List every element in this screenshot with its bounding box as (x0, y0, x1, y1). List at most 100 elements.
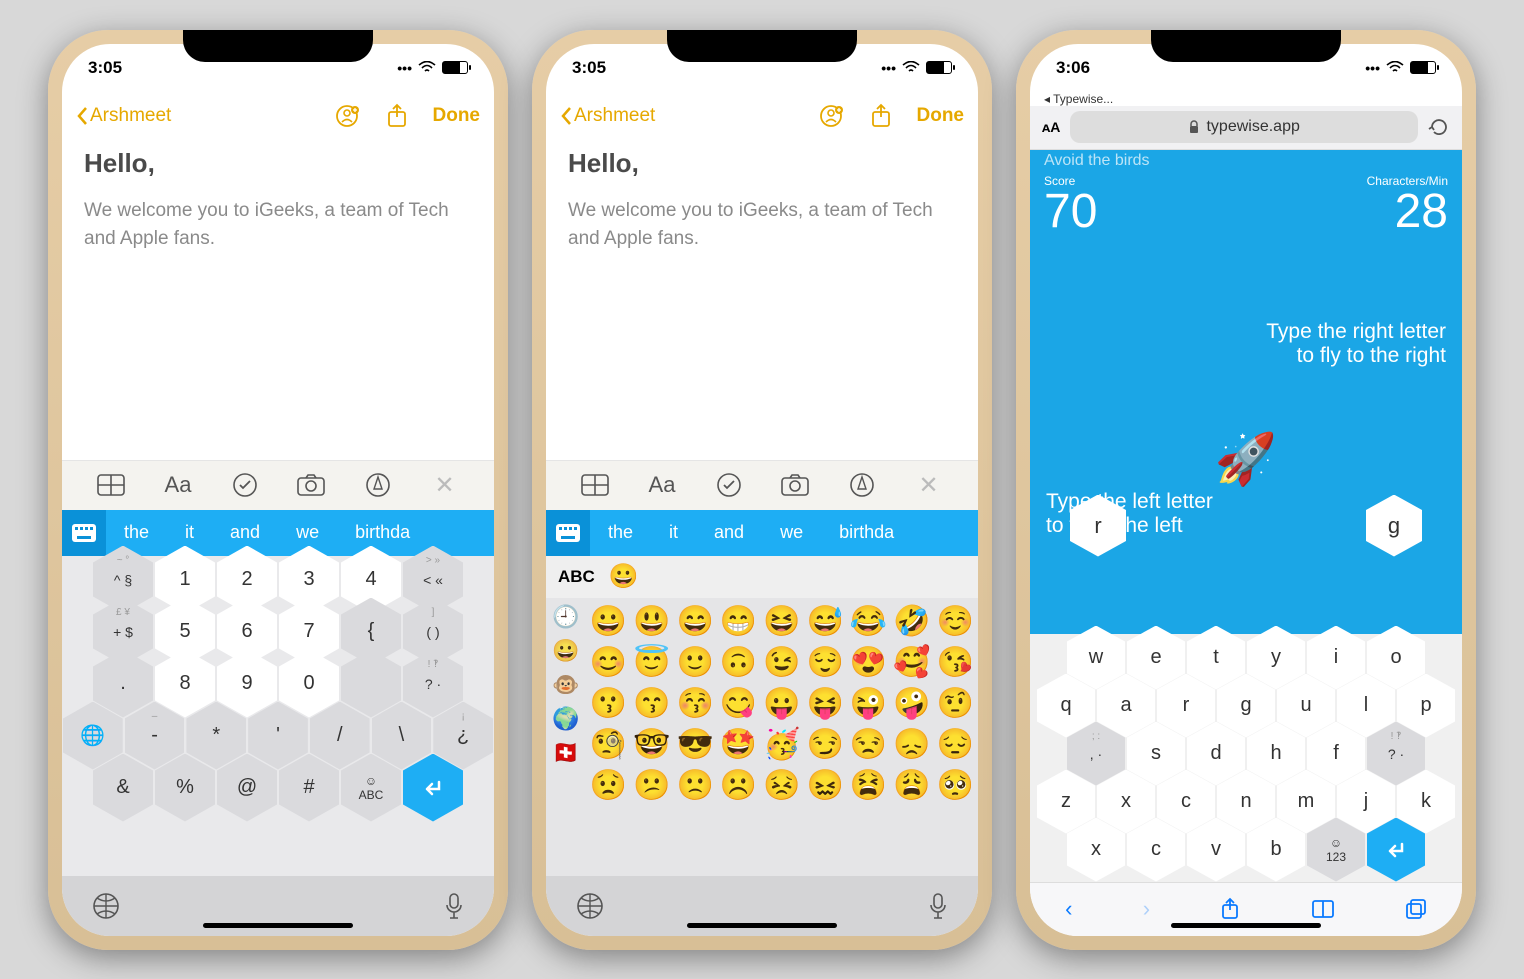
emoji[interactable]: 😟 (590, 768, 627, 803)
emoji[interactable]: 🤓 (633, 727, 670, 762)
suggestion[interactable]: birthda (821, 522, 912, 543)
emoji[interactable]: 😍 (850, 645, 887, 680)
format-icon[interactable]: Aa (163, 470, 193, 500)
home-indicator[interactable] (203, 923, 353, 928)
suggestion[interactable]: and (212, 522, 278, 543)
emoji-cat-smileys[interactable]: 😀 (552, 638, 579, 664)
emoji[interactable]: 🙁 (676, 768, 713, 803)
suggestion[interactable]: the (590, 522, 651, 543)
emoji[interactable]: 🤣 (893, 604, 930, 639)
emoji[interactable]: 😫 (850, 768, 887, 803)
table-icon[interactable] (96, 470, 126, 500)
add-person-icon[interactable] (817, 102, 845, 130)
emoji[interactable]: 😗 (590, 686, 627, 721)
emoji[interactable]: 😌 (807, 645, 844, 680)
emoji[interactable]: 😖 (807, 768, 844, 803)
emoji[interactable]: 🧐 (590, 727, 627, 762)
abc-button[interactable]: ABC (558, 567, 595, 587)
emoji[interactable]: 😇 (633, 645, 670, 680)
note-content[interactable]: Hello, We welcome you to iGeeks, a team … (62, 140, 494, 460)
home-indicator[interactable] (1171, 923, 1321, 928)
mic-icon[interactable] (444, 892, 464, 920)
share-icon[interactable] (383, 102, 411, 130)
emoji[interactable]: 😁 (720, 604, 757, 639)
done-button[interactable]: Done (433, 105, 481, 127)
add-person-icon[interactable] (333, 102, 361, 130)
emoji-cat-flags[interactable]: 🇨🇭 (552, 740, 579, 766)
format-icon[interactable]: Aa (647, 470, 677, 500)
emoji-cat-animals[interactable]: 🐵 (552, 672, 579, 698)
nav-forward-icon[interactable]: › (1143, 896, 1150, 922)
emoji[interactable]: ☹️ (720, 768, 757, 803)
emoji[interactable]: 🥰 (893, 645, 930, 680)
safari-share-icon[interactable] (1220, 897, 1240, 921)
home-indicator[interactable] (687, 923, 837, 928)
suggestion[interactable]: it (167, 522, 212, 543)
table-icon[interactable] (580, 470, 610, 500)
checklist-icon[interactable] (714, 470, 744, 500)
game-right-letter[interactable]: g (1366, 495, 1422, 557)
close-icon[interactable]: ✕ (914, 470, 944, 500)
emoji[interactable]: 😎 (676, 727, 713, 762)
emoji[interactable]: 🤩 (720, 727, 757, 762)
share-icon[interactable] (867, 102, 895, 130)
globe-icon[interactable] (92, 892, 120, 920)
emoji[interactable]: 😊 (590, 645, 627, 680)
emoji-cat-recent[interactable]: 🕘 (552, 604, 579, 630)
reload-icon[interactable] (1428, 116, 1450, 138)
camera-icon[interactable] (780, 470, 810, 500)
bookmarks-icon[interactable] (1311, 899, 1335, 919)
emoji[interactable]: 😩 (893, 768, 930, 803)
camera-icon[interactable] (296, 470, 326, 500)
emoji[interactable]: 😝 (807, 686, 844, 721)
emoji[interactable]: 😀 (590, 604, 627, 639)
emoji[interactable]: 😕 (633, 768, 670, 803)
emoji[interactable]: ☺️ (937, 604, 974, 639)
reader-icon[interactable]: ᴀA (1042, 119, 1060, 135)
tabs-icon[interactable] (1405, 898, 1427, 920)
back-button[interactable]: Arshmeet (76, 105, 171, 127)
emoji[interactable]: 🤨 (937, 686, 974, 721)
emoji-cat-travel[interactable]: 🌍 (552, 706, 579, 732)
suggestion[interactable]: we (278, 522, 337, 543)
emoji[interactable]: 😜 (850, 686, 887, 721)
emoji[interactable]: 🤪 (893, 686, 930, 721)
emoji[interactable]: 😏 (807, 727, 844, 762)
emoji[interactable]: 😚 (676, 686, 713, 721)
suggestion[interactable]: and (696, 522, 762, 543)
note-content[interactable]: Hello, We welcome you to iGeeks, a team … (546, 140, 978, 460)
suggestion[interactable]: birthda (337, 522, 428, 543)
url-field[interactable]: typewise.app (1070, 111, 1418, 143)
emoji[interactable]: 😉 (763, 645, 800, 680)
markup-icon[interactable] (363, 470, 393, 500)
emoji[interactable]: 😞 (893, 727, 930, 762)
emoji[interactable]: 😂 (850, 604, 887, 639)
emoji[interactable]: 🙂 (676, 645, 713, 680)
emoji[interactable]: 😋 (720, 686, 757, 721)
markup-icon[interactable] (847, 470, 877, 500)
checklist-icon[interactable] (230, 470, 260, 500)
suggestion[interactable]: we (762, 522, 821, 543)
back-to-app[interactable]: ◂ Typewise... (1030, 92, 1462, 106)
keyboard-logo-icon[interactable] (546, 510, 590, 556)
emoji[interactable]: 😅 (807, 604, 844, 639)
emoji[interactable]: 😃 (633, 604, 670, 639)
emoji[interactable]: 🥺 (937, 768, 974, 803)
suggestion[interactable]: the (106, 522, 167, 543)
emoji[interactable]: 😄 (676, 604, 713, 639)
emoji[interactable]: 😙 (633, 686, 670, 721)
globe-icon[interactable] (576, 892, 604, 920)
back-button[interactable]: Arshmeet (560, 105, 655, 127)
emoji[interactable]: 😆 (763, 604, 800, 639)
emoji[interactable]: 😔 (937, 727, 974, 762)
suggestion[interactable]: it (651, 522, 696, 543)
close-icon[interactable]: ✕ (430, 470, 460, 500)
emoji[interactable]: 😘 (937, 645, 974, 680)
emoji[interactable]: 😛 (763, 686, 800, 721)
done-button[interactable]: Done (917, 105, 965, 127)
emoji[interactable]: 🙃 (720, 645, 757, 680)
emoji[interactable]: 😣 (763, 768, 800, 803)
emoji[interactable]: 🥳 (763, 727, 800, 762)
emoji[interactable]: 😒 (850, 727, 887, 762)
nav-back-icon[interactable]: ‹ (1065, 896, 1072, 922)
